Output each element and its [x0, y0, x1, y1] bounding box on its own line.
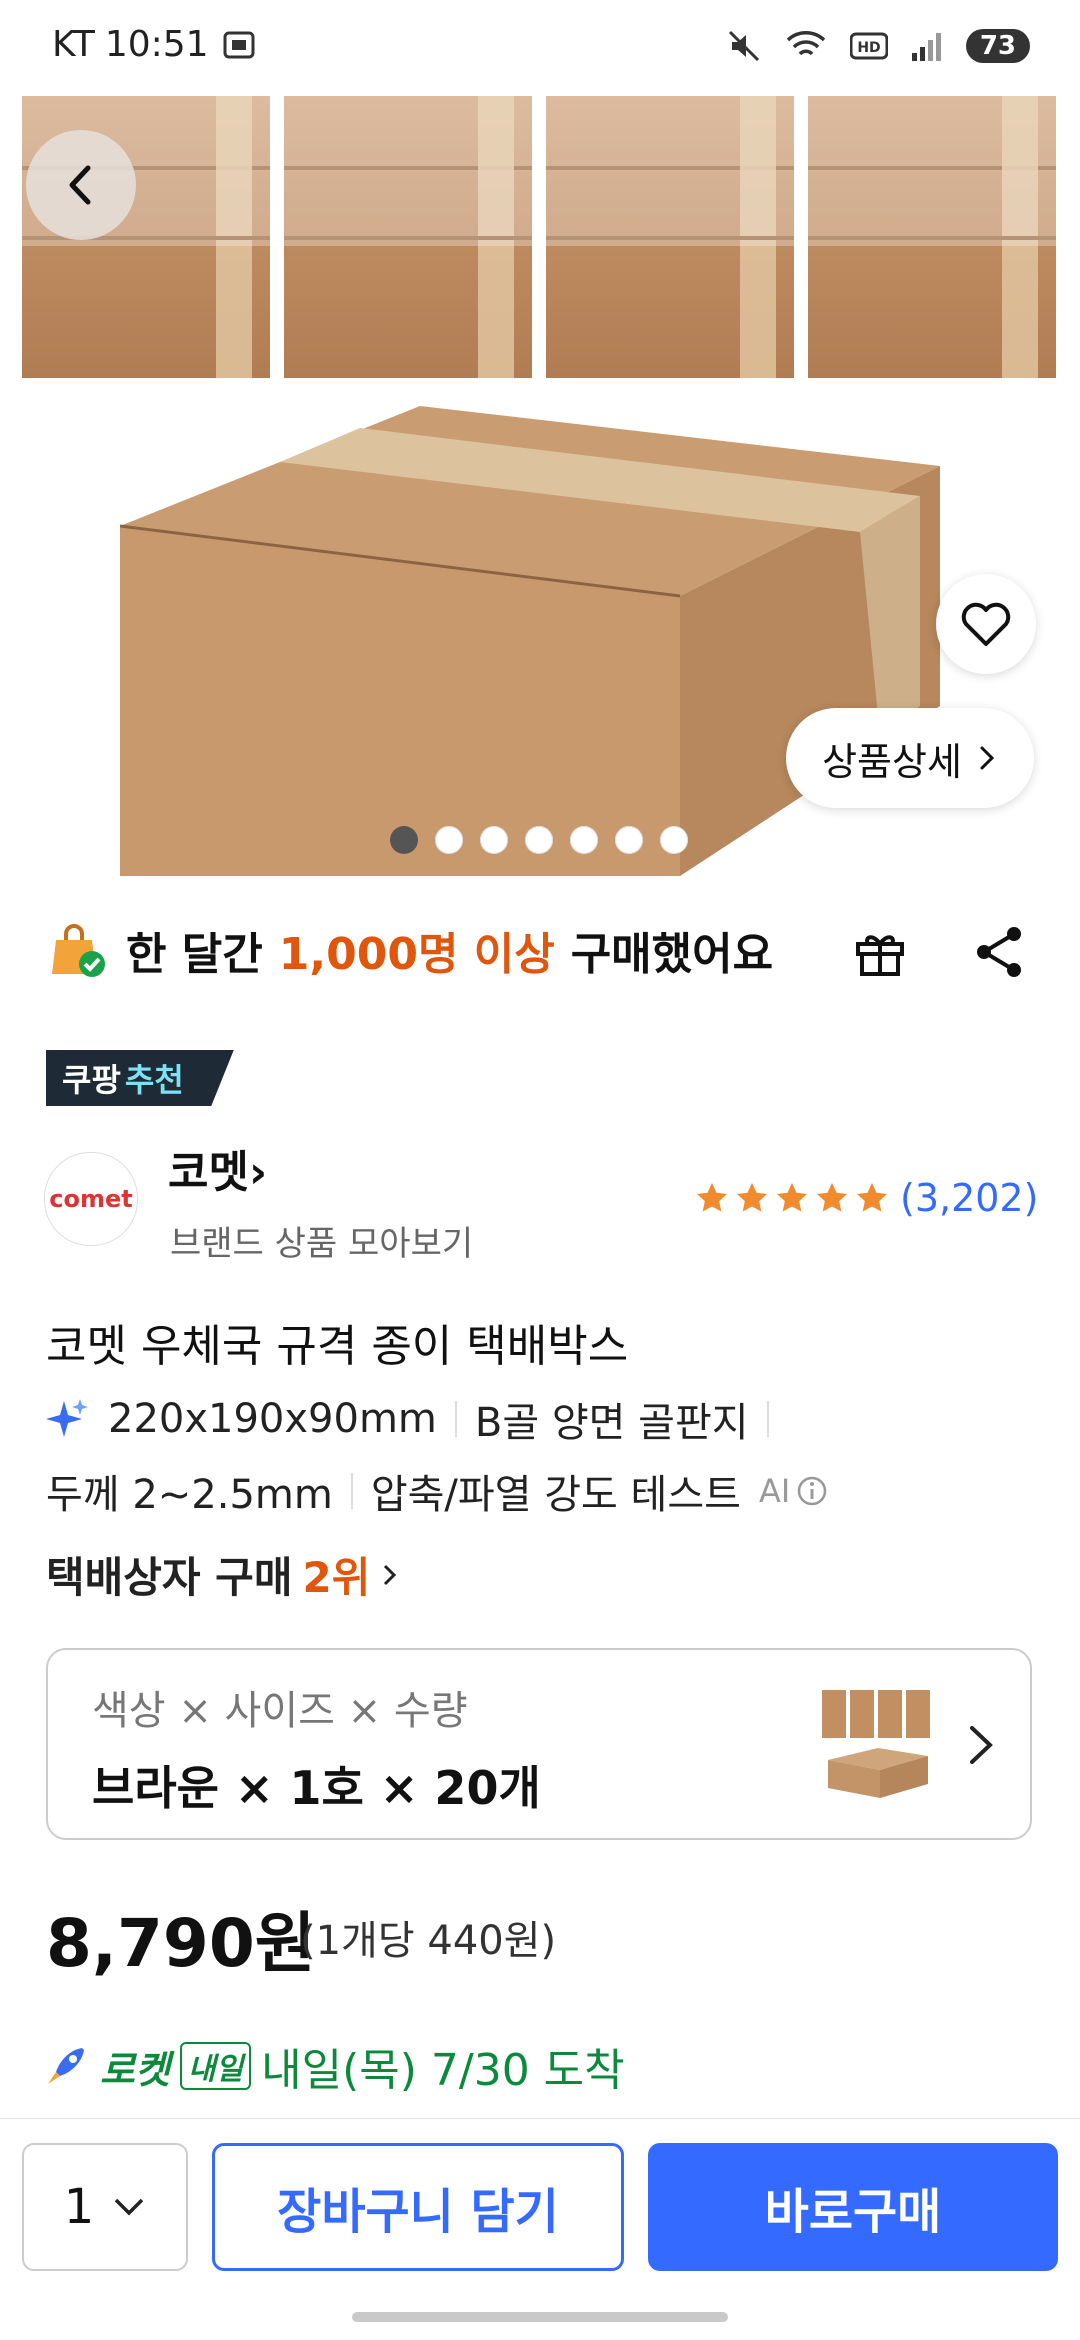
carousel-dot [435, 826, 463, 854]
carousel-indicator [390, 826, 688, 854]
star-icon [857, 1183, 887, 1212]
chevron-right-icon [980, 746, 995, 770]
screenshot-icon [223, 31, 255, 58]
product-detail-button[interactable]: 상품상세 [786, 708, 1034, 808]
stats-prefix: 한 달간 [126, 929, 263, 980]
svg-text:HD: HD [857, 40, 880, 56]
hd-icon: HD [849, 32, 888, 60]
coupang-recommend-badge: 쿠팡 추천 [46, 1050, 234, 1106]
price: 8,790원 [46, 1905, 316, 1982]
star-icon [817, 1183, 847, 1212]
ai-label: AI [758, 1472, 791, 1510]
brand-logo[interactable]: comet [44, 1152, 138, 1246]
delivery-info: 로켓 내일 내일(목) 7/30 도착 [42, 2034, 625, 2098]
info-icon [798, 1476, 827, 1506]
rocket-label: 로켓 [100, 2047, 170, 2092]
divider [454, 1401, 457, 1437]
delivery-badge: 내일 [179, 2042, 252, 2090]
option-selector[interactable]: 색상 × 사이즈 × 수량 브라운 × 1호 × 20개 [46, 1648, 1032, 1840]
spec-thickness: 두께 2~2.5mm [46, 1472, 333, 1518]
option-value: 브라운 × 1호 × 20개 [92, 1761, 541, 1815]
heart-icon [961, 602, 1011, 646]
review-count: (3,202) [900, 1176, 1039, 1220]
share-button[interactable] [970, 922, 1030, 982]
signal-icon [911, 33, 941, 61]
spec-strength: 압축/파열 강도 테스트 [370, 1472, 741, 1518]
status-bar: KT 10:51 HD 73 [0, 0, 1080, 96]
chevron-right-icon [970, 1726, 993, 1764]
spec-dimensions: 220x190x90mm [108, 1396, 437, 1442]
brand-name-link[interactable]: 코멧› [168, 1136, 267, 1200]
brand-logo-text: comet [49, 1185, 133, 1213]
star-icon [697, 1183, 727, 1212]
carousel-dot [615, 826, 643, 854]
quantity-select[interactable]: 1 [22, 2143, 188, 2271]
carousel-dot [525, 826, 553, 854]
delivery-date: 내일(목) 7/30 도착 [261, 2045, 625, 2096]
share-icon [977, 927, 1021, 977]
wishlist-button[interactable] [936, 574, 1036, 674]
option-label: 색상 × 사이즈 × 수량 [92, 1688, 468, 1734]
shopping-bag-check-icon [52, 924, 105, 977]
status-left: KT 10:51 [52, 24, 259, 65]
star-rating [694, 1180, 890, 1216]
star-icon [777, 1183, 807, 1212]
category-rank-link[interactable]: 택배상자 구매 2위 [46, 1544, 400, 1605]
buy-now-button[interactable]: 바로구매 [648, 2143, 1058, 2271]
battery-icon: 73 [965, 29, 1030, 63]
add-to-cart-button[interactable]: 장바구니 담기 [212, 2143, 624, 2271]
star-icon [737, 1183, 767, 1212]
chevron-left-icon [69, 165, 91, 205]
spec-material: B골 양면 골판지 [474, 1400, 749, 1446]
rocket-icon [48, 2048, 84, 2084]
sparkle-icon [46, 1399, 88, 1437]
carousel-dot [570, 826, 598, 854]
rating[interactable]: (3,202) [694, 1176, 1038, 1220]
brand-name: 코멧 [168, 1147, 249, 1198]
quantity-value: 1 [63, 2179, 95, 2235]
chevron-right-icon [384, 1564, 397, 1585]
rank-prefix: 택배상자 구매 [46, 1553, 293, 1602]
carousel-dot [480, 826, 508, 854]
wifi-icon [786, 31, 826, 56]
bottom-action-bar: 1 장바구니 담기 바로구매 [0, 2118, 1080, 2279]
rank-value: 2위 [302, 1553, 371, 1602]
spec-line-2: 두께 2~2.5mm 압축/파열 강도 테스트 AI [46, 1462, 828, 1520]
stats-highlight: 1,000명 이상 [278, 929, 555, 980]
ai-info-tag[interactable]: AI [759, 1472, 828, 1510]
option-thumbnail [822, 1690, 930, 1798]
divider [766, 1401, 769, 1437]
status-right: HD 73 [726, 28, 1030, 64]
carousel-dot [660, 826, 688, 854]
carousel-dot [390, 826, 418, 854]
carrier-label: KT [52, 24, 95, 65]
unit-price: (1개당 440원) [300, 1918, 557, 1964]
product-detail-label: 상품상세 [822, 739, 962, 784]
chevron-right-icon: › [248, 1147, 268, 1198]
badge-part2: 추천 [124, 1061, 184, 1099]
gift-icon [856, 935, 904, 976]
divider [350, 1473, 353, 1509]
badge-part1: 쿠팡 [62, 1061, 121, 1099]
product-title: 코멧 우체국 규격 종이 택배박스 [46, 1321, 629, 1372]
gift-button[interactable] [850, 922, 910, 982]
mute-icon [728, 30, 759, 62]
purchase-stats: 한 달간 1,000명 이상 구매했어요 [46, 918, 773, 982]
clock: 10:51 [104, 24, 209, 65]
chevron-down-icon [115, 2198, 144, 2216]
brand-products-link[interactable]: 브랜드 상품 모아보기 [170, 1216, 473, 1265]
cardboard-box-image [120, 406, 940, 876]
stats-suffix: 구매했어요 [570, 929, 774, 980]
spec-line-1: 220x190x90mm B골 양면 골판지 [46, 1390, 769, 1448]
home-indicator[interactable] [352, 2312, 728, 2322]
back-button[interactable] [26, 130, 136, 240]
